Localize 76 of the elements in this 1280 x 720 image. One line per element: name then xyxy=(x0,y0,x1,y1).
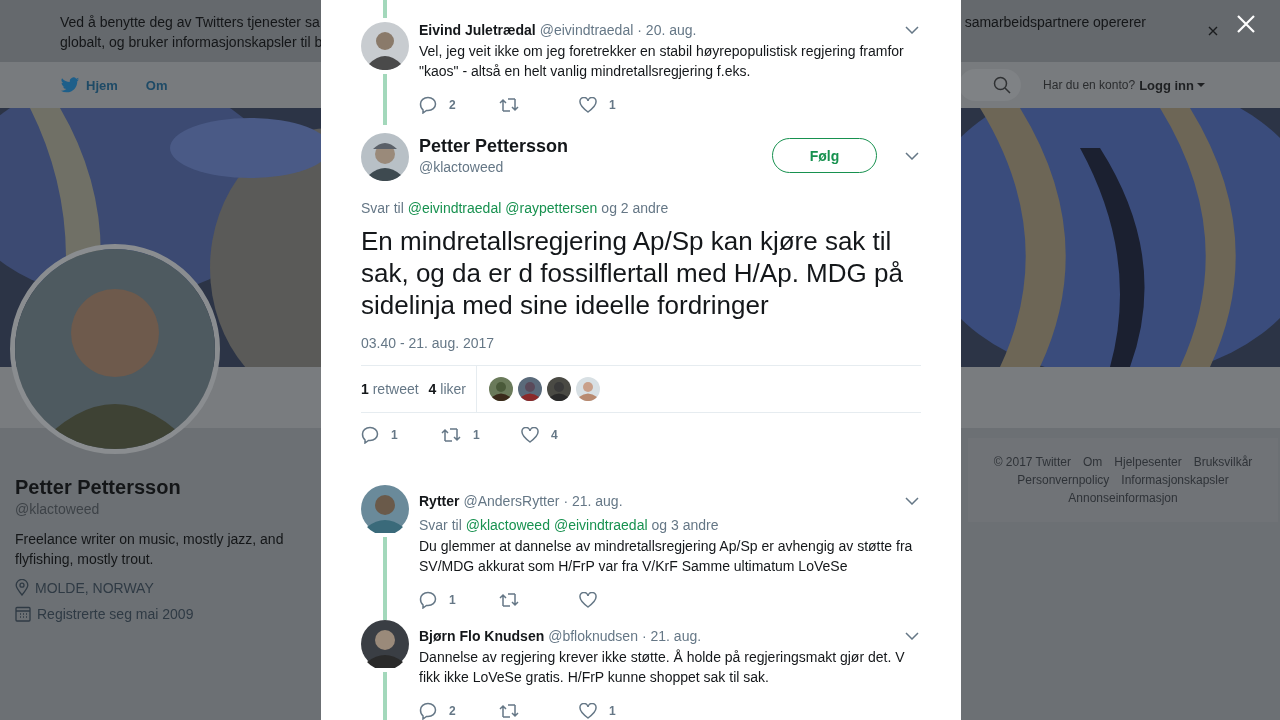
reply-count: 2 xyxy=(449,704,456,718)
retweet-icon[interactable] xyxy=(499,703,519,719)
heart-icon[interactable] xyxy=(579,592,597,608)
tweet-text: Dannelse av regjering krever ikke støtte. Å holde på regjeringsmakt gjør det. V fikk ikke LoVeSe gratis. H/FrP kunne shoppet sak til sak. xyxy=(419,648,906,687)
tweet-text: Du glemmer at dannelse av mindretallsregjering Ap/Sp er avhengig av støtte fra SV/MDG akkurat som H/FrP var fra V/KrF Samme ultimatum LoVeSe xyxy=(419,537,914,576)
footer-link[interactable]: Hjelpesenter xyxy=(1114,454,1182,470)
retweet-stat[interactable]: 1 retweet xyxy=(361,381,419,397)
chevron-down-icon[interactable] xyxy=(905,152,919,160)
mention-link[interactable]: @eivindtraedal xyxy=(407,200,502,216)
footer-link[interactable]: Personvernpolicy xyxy=(1017,472,1110,488)
close-icon[interactable] xyxy=(1208,26,1218,36)
home-link[interactable]: Hjem xyxy=(60,76,118,94)
like-count: 1 xyxy=(609,704,616,718)
author-name[interactable]: Bjørn Flo Knudsen xyxy=(419,627,545,645)
cookie-notice-text: samarbeidspartnere opererer xyxy=(964,13,1146,32)
mention-link[interactable]: @raypettersen xyxy=(505,200,598,216)
like-count: 4 xyxy=(551,428,558,442)
author-name[interactable]: Rytter xyxy=(419,492,460,510)
author-name[interactable]: Petter Pettersson xyxy=(419,135,569,157)
author-handle[interactable]: @eivindtraedal xyxy=(539,21,634,39)
avatar xyxy=(361,133,409,181)
calendar-icon xyxy=(15,606,31,622)
footer-link[interactable]: © 2017 Twitter xyxy=(993,454,1071,470)
reply-count: 2 xyxy=(449,98,456,112)
tweet-timestamp[interactable]: 03.40 - 21. aug. 2017 xyxy=(361,335,921,351)
tweet-date[interactable]: · 21. aug. xyxy=(563,492,623,510)
retweet-icon[interactable] xyxy=(499,592,519,608)
footer-link[interactable]: Annonseinformasjon xyxy=(1068,490,1178,506)
reply-count: 1 xyxy=(449,593,456,607)
follow-button[interactable]: Følg xyxy=(772,138,877,173)
mention-link[interactable]: @eivindtraedal xyxy=(553,517,648,533)
reply-icon[interactable] xyxy=(419,96,437,114)
author-handle[interactable]: @bfloknudsen xyxy=(548,627,638,645)
chevron-down-icon[interactable] xyxy=(905,497,919,505)
nav-link[interactable]: Om xyxy=(145,77,168,93)
tweet-text: Vel, jeg veit ikke om jeg foretrekker en stabil høyrepopulistisk regjering framfor "kaos" - altså en helt vanlig mindretallsregjering f.eks. xyxy=(419,42,905,81)
reply-icon[interactable] xyxy=(419,702,437,720)
footer-link[interactable]: Bruksvilkår xyxy=(1193,454,1253,470)
cookie-notice-text: Ved å benytte deg av Twitters tjenester sa xyxy=(60,13,321,32)
account-prompt: Har du en konto? xyxy=(1043,78,1136,92)
profile-joined-date: Registrerte seg mai 2009 xyxy=(37,606,194,622)
login-link[interactable]: Logg inn xyxy=(1139,77,1205,93)
heart-icon[interactable] xyxy=(579,703,597,719)
author-handle[interactable]: @AndersRytter xyxy=(463,492,560,510)
like-stat[interactable]: 4 liker xyxy=(428,381,466,397)
heart-icon[interactable] xyxy=(579,97,597,113)
footer-link[interactable]: Informasjonskapsler xyxy=(1121,472,1229,488)
search-icon xyxy=(993,76,1012,94)
retweet-icon[interactable] xyxy=(441,427,461,443)
bird-logo-icon xyxy=(60,76,80,94)
avatar xyxy=(361,485,409,533)
avatar xyxy=(361,22,409,70)
reply-icon[interactable] xyxy=(361,426,379,444)
chevron-down-icon[interactable] xyxy=(905,632,919,640)
author-handle[interactable]: @klactoweed xyxy=(419,159,569,175)
reply-icon[interactable] xyxy=(419,591,437,609)
tweet-text: En mindretallsregjering Ap/Sp kan kjøre sak til sak, og da er d fossilflertall med H/Ap. MDG på sidelinja med sine ideelle fordringer xyxy=(361,225,904,321)
profile-name: Petter Pettersson xyxy=(15,475,182,499)
location-pin-icon xyxy=(15,579,29,596)
tweet-date[interactable]: · 20. aug. xyxy=(637,21,697,39)
chevron-down-icon[interactable] xyxy=(905,26,919,34)
like-count: 1 xyxy=(609,98,616,112)
author-name[interactable]: Eivind Juletrædal xyxy=(419,21,536,39)
reply-to-line: Svar til @klactoweed @eivindtraedal og 3 andre xyxy=(419,516,720,534)
reply-to-line: Svar til @eivindtraedal @raypettersen og 2 andre xyxy=(361,199,670,217)
search-field[interactable] xyxy=(959,69,1022,101)
avatar xyxy=(361,620,409,668)
mention-link[interactable]: @klactoweed xyxy=(465,517,550,533)
tweet-date[interactable]: · 21. aug. xyxy=(641,627,702,645)
profile-bio: Freelance writer on music, mostly jazz, and flyfishing, mostly trout. xyxy=(15,530,285,569)
profile-location: MOLDE, NORWAY xyxy=(35,579,154,596)
heart-icon[interactable] xyxy=(521,427,539,443)
footer-link[interactable]: Om xyxy=(1082,454,1103,470)
reply-count: 1 xyxy=(391,428,398,442)
retweet-count: 1 xyxy=(473,428,480,442)
retweet-icon[interactable] xyxy=(499,97,519,113)
